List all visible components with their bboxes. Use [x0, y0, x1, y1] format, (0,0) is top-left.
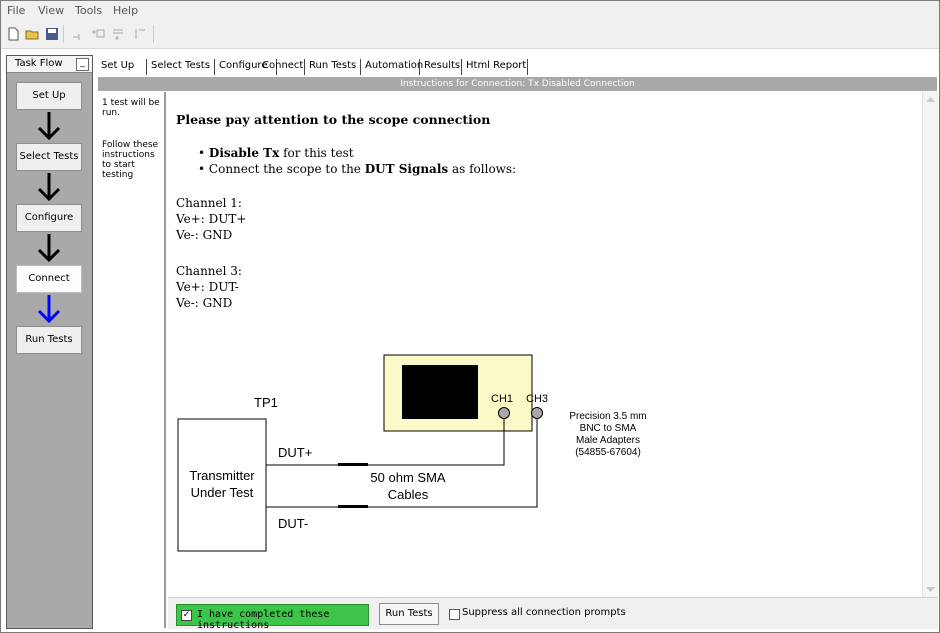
- checkbox-list-icon[interactable]: [91, 27, 105, 41]
- tab-bar: Set Up Select Tests Configure Connect Ru…: [98, 58, 938, 76]
- transmitter-label-2: Under Test: [191, 485, 254, 500]
- toolbar: [1, 20, 939, 49]
- tp1-label: TP1: [254, 395, 278, 410]
- task-flow-header: Task Flow _: [7, 56, 92, 73]
- suppress-prompts-label: Suppress all connection prompts: [462, 607, 626, 618]
- bullet-icon: •: [198, 162, 206, 176]
- save-icon[interactable]: [45, 27, 59, 41]
- transmitter-label-1: Transmitter: [189, 468, 255, 483]
- channel3-negative: Ve-: GND: [176, 296, 233, 310]
- bottom-action-bar: ✓ I have completed these instructions Ru…: [168, 597, 938, 631]
- flow-step-setup[interactable]: Set Up: [16, 82, 82, 110]
- tab-separator: [360, 59, 361, 75]
- channel1-negative: Ve-: GND: [176, 228, 233, 242]
- ch1-label: CH1: [491, 393, 513, 405]
- task-flow-title: Task Flow: [15, 58, 63, 69]
- tab-configure[interactable]: Configure: [219, 60, 267, 71]
- tab-separator: [527, 59, 528, 75]
- bullet-icon: •: [198, 146, 206, 160]
- step-icon[interactable]: [133, 27, 147, 41]
- flow-step-select-tests[interactable]: Select Tests: [16, 143, 82, 171]
- ch3-connector: [531, 407, 543, 419]
- menu-file[interactable]: File: [7, 4, 25, 17]
- completed-label: I have completed these instructions: [197, 609, 330, 631]
- tab-html-report[interactable]: Html Report: [466, 60, 526, 71]
- channel1-title: Channel 1:: [176, 196, 242, 210]
- flow-arrow-down-icon: [37, 112, 61, 141]
- bullet-bold-text: DUT Signals: [364, 162, 449, 176]
- tab-automation[interactable]: Automation: [365, 60, 423, 71]
- adapter-label-1: Precision 3.5 mm: [569, 411, 646, 422]
- toolbar-divider: [153, 25, 154, 43]
- flow-arrow-down-icon: [37, 173, 61, 202]
- bullet-text: Connect the scope to the: [208, 162, 365, 176]
- cable-segment: [338, 463, 368, 466]
- menu-tools[interactable]: Tools: [75, 4, 102, 17]
- menu-help[interactable]: Help: [113, 4, 138, 17]
- ch3-label: CH3: [526, 393, 548, 405]
- tab-separator: [419, 59, 420, 75]
- run-tests-button[interactable]: Run Tests: [379, 603, 439, 625]
- instructions-content: Please pay attention to the scope connec…: [168, 92, 921, 596]
- menu-view[interactable]: View: [38, 4, 64, 17]
- channel3-positive: Ve+: DUT-: [176, 280, 239, 294]
- dut-minus-label: DUT-: [278, 516, 308, 531]
- adapter-label-3: Male Adapters: [576, 435, 640, 446]
- flow-arrow-down-blue-icon: [37, 295, 61, 324]
- tab-select-tests[interactable]: Select Tests: [151, 60, 210, 71]
- list-run-icon[interactable]: [111, 27, 125, 41]
- flow-step-connect[interactable]: Connect: [16, 265, 82, 293]
- notes-column: 1 test will be run. Follow these instruc…: [98, 92, 166, 628]
- tab-separator: [461, 59, 462, 75]
- flow-arrow-down-icon: [37, 234, 61, 263]
- scope-screen: [402, 365, 478, 419]
- bullet-disable-tx: • Disable Tx for this test: [198, 146, 354, 160]
- cable-label-1: 50 ohm SMA: [370, 470, 445, 485]
- cable-label-2: Cables: [388, 487, 429, 502]
- checkmark-icon[interactable]: ✓: [181, 610, 192, 621]
- bullet-text: as follows:: [448, 162, 517, 176]
- new-document-icon[interactable]: [6, 27, 20, 41]
- connect-icon[interactable]: [71, 27, 85, 41]
- tab-separator: [304, 59, 305, 75]
- scroll-up-icon[interactable]: [926, 96, 935, 103]
- channel1-positive: Ve+: DUT+: [176, 212, 247, 226]
- toolbar-divider: [63, 25, 64, 43]
- adapter-label-4: (54855-67604): [575, 447, 641, 458]
- dut-plus-label: DUT+: [278, 445, 312, 460]
- completed-instructions-checkbox[interactable]: ✓ I have completed these instructions: [176, 604, 369, 631]
- suppress-prompts-checkbox[interactable]: [449, 609, 460, 620]
- channel3-title: Channel 3:: [176, 264, 242, 278]
- tab-connect[interactable]: Connect: [262, 60, 303, 71]
- bullet-bold-text: Disable Tx: [208, 146, 280, 160]
- scroll-down-icon[interactable]: [926, 586, 935, 593]
- tab-run-tests[interactable]: Run Tests: [309, 60, 356, 71]
- test-count-note: 1 test will be run.: [102, 98, 160, 118]
- bullet-text: for this test: [279, 146, 354, 160]
- tab-setup[interactable]: Set Up: [101, 60, 134, 71]
- vertical-scrollbar[interactable]: [922, 92, 938, 600]
- flow-step-configure[interactable]: Configure: [16, 204, 82, 232]
- follow-instructions-note: Follow these instructions to start testi…: [102, 140, 159, 180]
- ch1-connector: [498, 407, 510, 419]
- tab-results[interactable]: Results: [424, 60, 460, 71]
- menu-bar: File View Tools Help: [1, 1, 939, 20]
- flow-step-run-tests[interactable]: Run Tests: [16, 326, 82, 354]
- tab-separator: [146, 59, 147, 75]
- task-flow-panel: Task Flow _ Set Up Select Tests Configur…: [6, 55, 93, 629]
- minimize-button[interactable]: _: [76, 58, 89, 71]
- bullet-connect-scope: • Connect the scope to the DUT Signals a…: [198, 162, 516, 176]
- instructions-heading: Please pay attention to the scope connec…: [176, 112, 491, 127]
- tab-separator: [214, 59, 215, 75]
- instructions-header: Instructions for Connection: Tx Disabled…: [98, 77, 937, 91]
- connection-diagram: CH1 CH3 TP1 Transmitter Under Test DUT+ …: [177, 354, 647, 552]
- adapter-label-2: BNC to SMA: [580, 423, 637, 434]
- cable-segment: [338, 505, 368, 508]
- open-folder-icon[interactable]: [25, 27, 39, 41]
